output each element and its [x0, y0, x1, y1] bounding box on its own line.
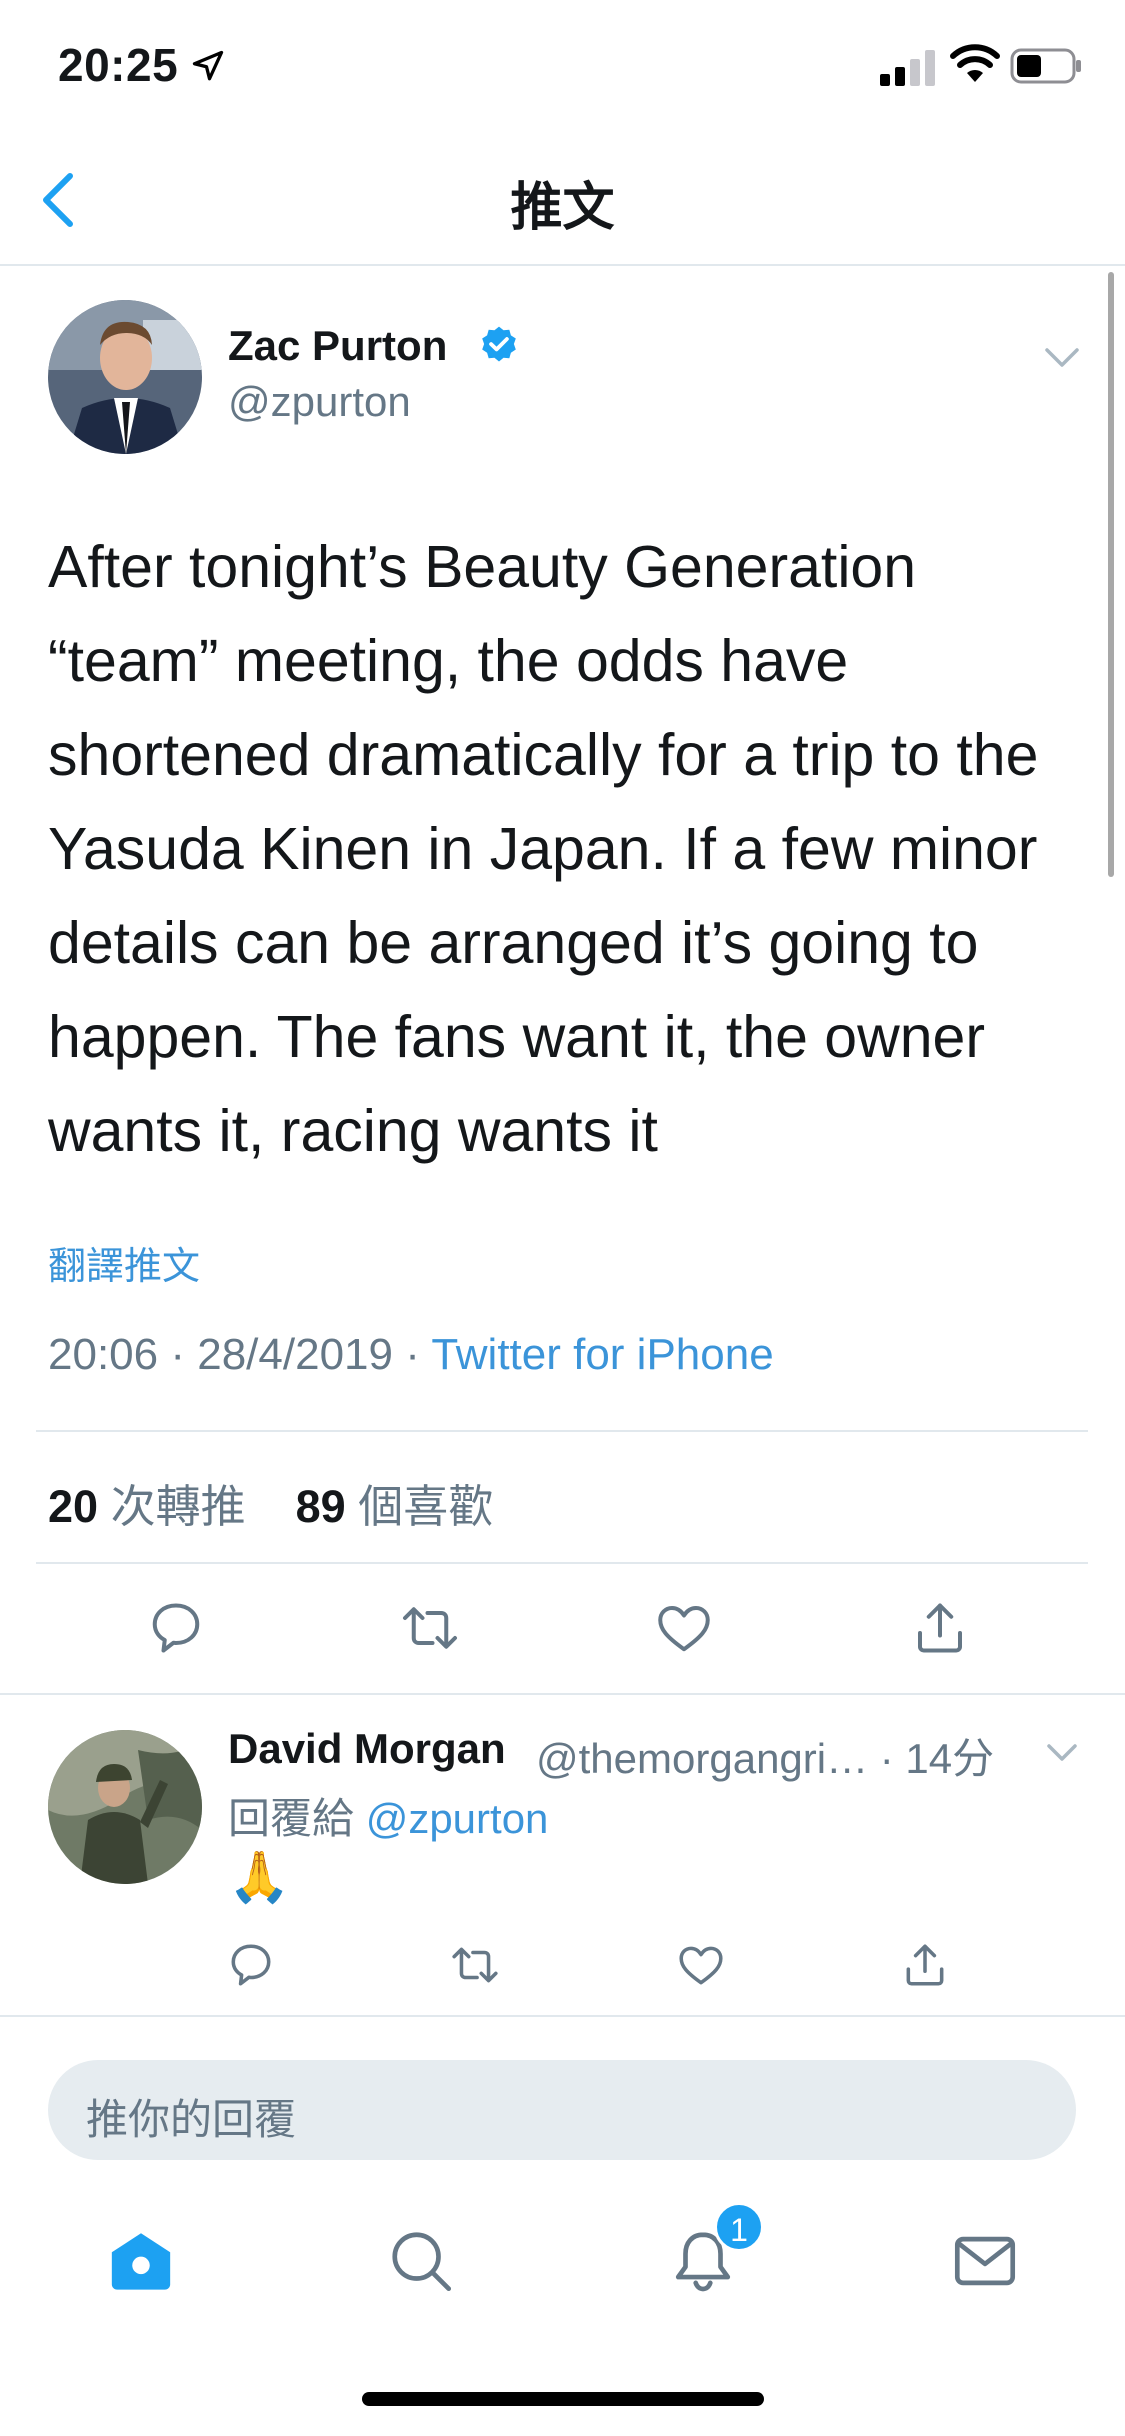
meta-separator: ·: [170, 1330, 198, 1379]
translate-tweet-link[interactable]: 翻譯推文: [48, 1235, 200, 1290]
retweet-count: 20: [48, 1481, 99, 1532]
meta-separator: ·: [405, 1330, 432, 1379]
signal-icon: [880, 50, 935, 86]
wifi-icon: [950, 44, 1000, 82]
chevron-down-icon[interactable]: [1046, 1742, 1078, 1764]
home-icon[interactable]: [106, 2226, 176, 2296]
like-count: 89: [295, 1481, 346, 1532]
share-icon[interactable]: [910, 1598, 970, 1658]
tweet-text: After tonight’s Beauty Generation “team”…: [48, 534, 1039, 1164]
reply-handle-and-age: @themorgangri… · 14分: [536, 1725, 994, 1786]
like-heart-icon[interactable]: [676, 1940, 726, 1990]
share-icon[interactable]: [900, 1940, 950, 1990]
tweet-date: 28/4/2019: [197, 1330, 393, 1379]
reply-icon[interactable]: [146, 1598, 206, 1658]
divider: [0, 1693, 1125, 1695]
reply-composer-placeholder: 推你的回覆: [86, 2096, 297, 2143]
tweet-time: 20:06: [48, 1330, 159, 1379]
replying-to: 回覆給 @zpurton: [228, 1785, 548, 1846]
retweet-icon[interactable]: [450, 1940, 500, 1990]
tweet-stats: 20 次轉推 89 個喜歡: [48, 1470, 493, 1535]
scrollbar[interactable]: [1108, 272, 1114, 877]
retweet-icon[interactable]: [400, 1598, 460, 1658]
reply-mention-link[interactable]: @zpurton: [366, 1795, 549, 1842]
reply-author-name[interactable]: David Morgan: [228, 1725, 506, 1773]
location-arrow-icon: [192, 50, 224, 81]
retweets-stat[interactable]: 20 次轉推: [48, 1481, 246, 1532]
author-avatar[interactable]: [48, 300, 202, 454]
retweet-label: 次轉推: [110, 1481, 246, 1532]
divider: [36, 1430, 1088, 1432]
author-name[interactable]: Zac Purton: [228, 322, 447, 370]
reply-age: · 14分: [879, 1735, 995, 1782]
home-indicator[interactable]: [362, 2392, 764, 2406]
divider: [36, 1562, 1088, 1564]
verified-badge-icon: [482, 326, 516, 362]
author-handle[interactable]: @zpurton: [228, 378, 411, 426]
search-icon[interactable]: [386, 2226, 456, 2296]
reply-author-avatar[interactable]: [48, 1730, 202, 1884]
mail-icon[interactable]: [950, 2226, 1020, 2296]
like-label: 個喜歡: [358, 1481, 494, 1532]
battery-icon: [1010, 48, 1081, 84]
nav-divider: [0, 264, 1125, 266]
reply-handle[interactable]: @themorgangri…: [536, 1735, 868, 1782]
likes-stat[interactable]: 89 個喜歡: [296, 1481, 494, 1532]
like-heart-icon[interactable]: [654, 1598, 714, 1658]
reply-text: 🙏: [228, 1849, 291, 1905]
tweet-meta: 20:06 · 28/4/2019 · Twitter for iPhone: [48, 1330, 774, 1380]
tweet-source-link[interactable]: Twitter for iPhone: [431, 1330, 773, 1379]
page-title: 推文: [510, 179, 615, 237]
chevron-down-icon[interactable]: [1044, 346, 1080, 370]
notification-badge: 1: [714, 2202, 764, 2252]
divider: [0, 2015, 1125, 2017]
reply-icon[interactable]: [226, 1940, 276, 1990]
reply-prefix: 回覆給: [228, 1795, 355, 1842]
status-time: 20:25: [58, 39, 179, 91]
